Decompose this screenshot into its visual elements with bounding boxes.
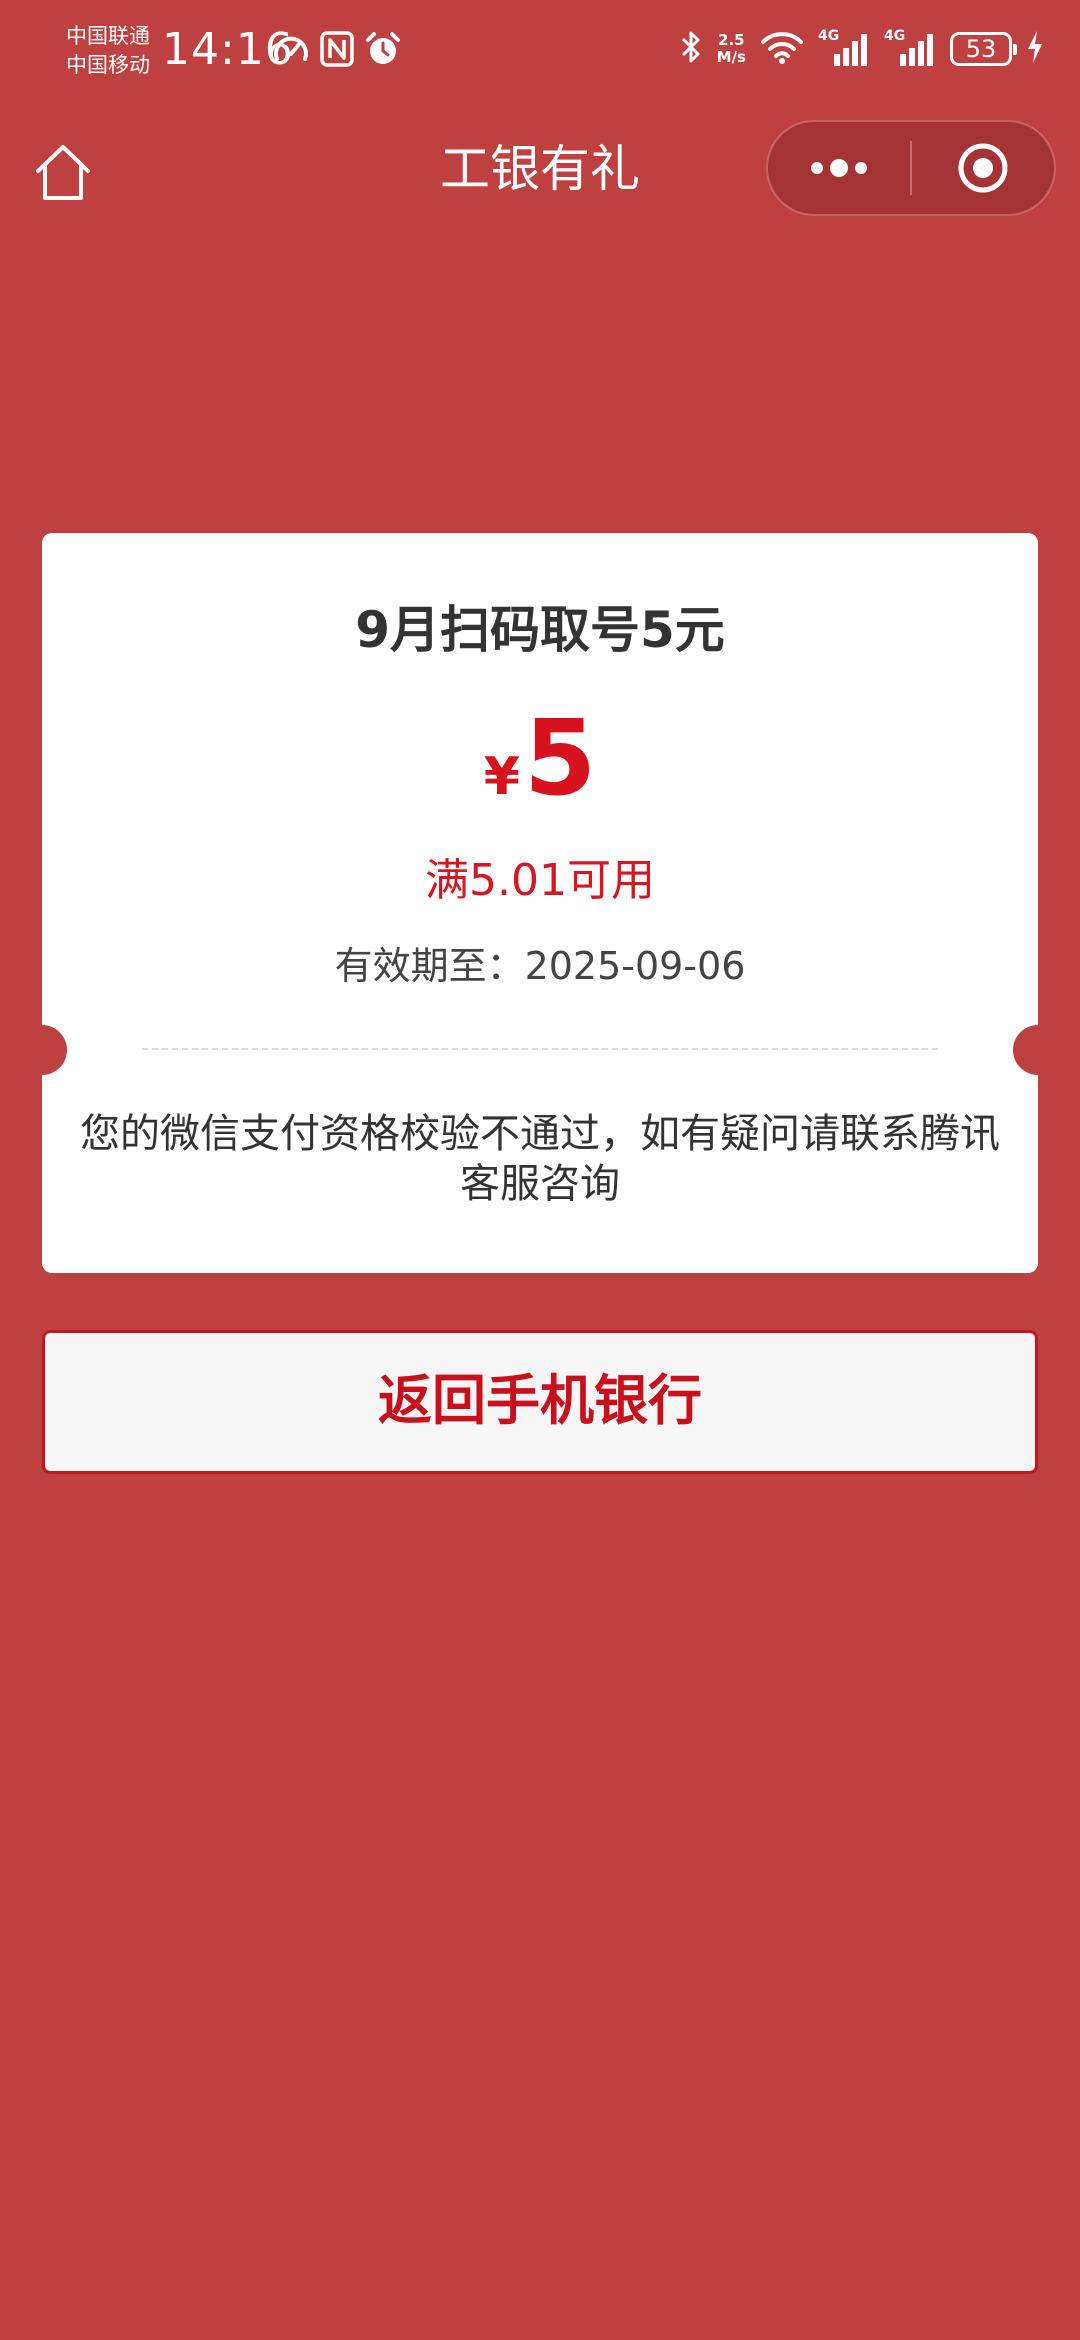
bluetooth-icon <box>679 28 703 70</box>
net-speed: 2.5 M/s <box>717 32 746 66</box>
coupon-amount-row: ¥5 <box>42 703 1038 844</box>
charging-icon <box>1026 29 1044 69</box>
mini-program-capsule <box>766 120 1056 216</box>
coupon-threshold: 满5.01可用 <box>425 855 655 906</box>
coupon-validity: 有效期至：2025-09-06 <box>334 944 746 988</box>
status-left-icons <box>272 30 402 72</box>
status-bar: 中国联通 中国移动 14:16 2.5 M/s 4G 4G 53 <box>0 0 1080 100</box>
card-notch-left <box>17 1025 67 1075</box>
alarm-icon <box>364 30 402 72</box>
coupon-amount: 5 <box>523 697 597 819</box>
target-close-icon <box>958 143 1008 193</box>
more-dots-icon <box>811 159 867 177</box>
net-speed-unit: M/s <box>716 48 746 66</box>
wifi-icon <box>760 29 804 69</box>
speed-icon <box>272 30 310 72</box>
status-right-icons: 2.5 M/s 4G 4G 53 <box>679 28 1044 70</box>
verification-notice: 您的微信支付资格校验不通过，如有疑问请联系腾讯客服咨询 <box>80 1111 1000 1207</box>
carrier-names: 中国联通 中国移动 <box>66 22 150 80</box>
return-mobile-banking-button[interactable]: 返回手机银行 <box>42 1330 1038 1474</box>
nav-bar: 工银有礼 <box>0 118 1080 218</box>
currency-symbol: ¥ <box>483 747 520 807</box>
signal-icon: 4G <box>884 28 936 68</box>
net-speed-value: 2.5 <box>718 31 745 49</box>
signal-icon: 4G <box>818 28 870 68</box>
nfc-icon <box>320 30 354 72</box>
more-button[interactable] <box>768 122 910 214</box>
dashed-divider <box>142 1048 938 1050</box>
battery-level: 53 <box>965 35 997 63</box>
close-button[interactable] <box>912 122 1054 214</box>
carrier-1: 中国联通 <box>66 24 150 48</box>
coupon-title: 9月扫码取号5元 <box>355 601 725 659</box>
coupon-card: 9月扫码取号5元 ¥5 满5.01可用 有效期至：2025-09-06 您的微信… <box>17 533 1063 1273</box>
card-notch-right <box>1013 1025 1063 1075</box>
carrier-2: 中国移动 <box>66 53 150 77</box>
battery-icon: 53 <box>950 32 1017 66</box>
